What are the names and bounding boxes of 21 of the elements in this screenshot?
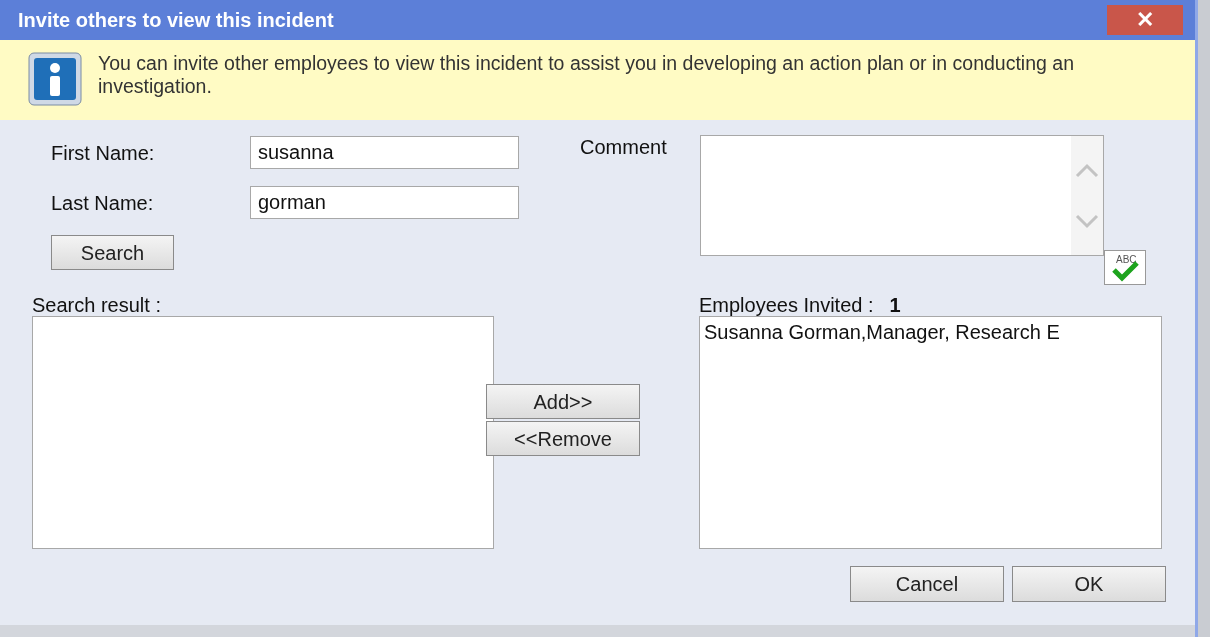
field-label: Last Name: xyxy=(51,190,155,216)
info-message: You can invite other employees to view this incident to assist you in developing an action plan or in conducting an investigation. xyxy=(98,52,1075,99)
remove-button[interactable]: <<Remove xyxy=(486,421,640,456)
dialog-button[interactable]: Cancel xyxy=(850,566,1004,602)
info-icon xyxy=(28,52,82,106)
first-name-field[interactable]: susanna xyxy=(250,136,519,169)
search-result-label: Search result : xyxy=(32,293,162,316)
list-item[interactable]: Susanna Gorman,Manager, Research E xyxy=(704,317,1060,347)
invited-list[interactable]: Susanna Gorman,Manager, Research E xyxy=(699,316,1162,549)
field-label: First Name: xyxy=(51,140,156,166)
comment-field[interactable] xyxy=(700,135,1104,256)
last-name-field[interactable]: gorman xyxy=(250,186,519,219)
window-title: Invite others to view this incident xyxy=(18,8,334,33)
dialog-button[interactable]: OK xyxy=(1012,566,1166,602)
spellcheck-icon[interactable]: ABC xyxy=(1104,250,1146,285)
search-button[interactable]: Search xyxy=(51,235,174,270)
comment-label: Comment xyxy=(580,135,668,160)
invited-label: Employees Invited : xyxy=(699,293,874,316)
invited-count: 1 xyxy=(889,293,901,316)
close-button[interactable]: ✕ xyxy=(1107,5,1183,35)
add-button[interactable]: Add>> xyxy=(486,384,640,419)
